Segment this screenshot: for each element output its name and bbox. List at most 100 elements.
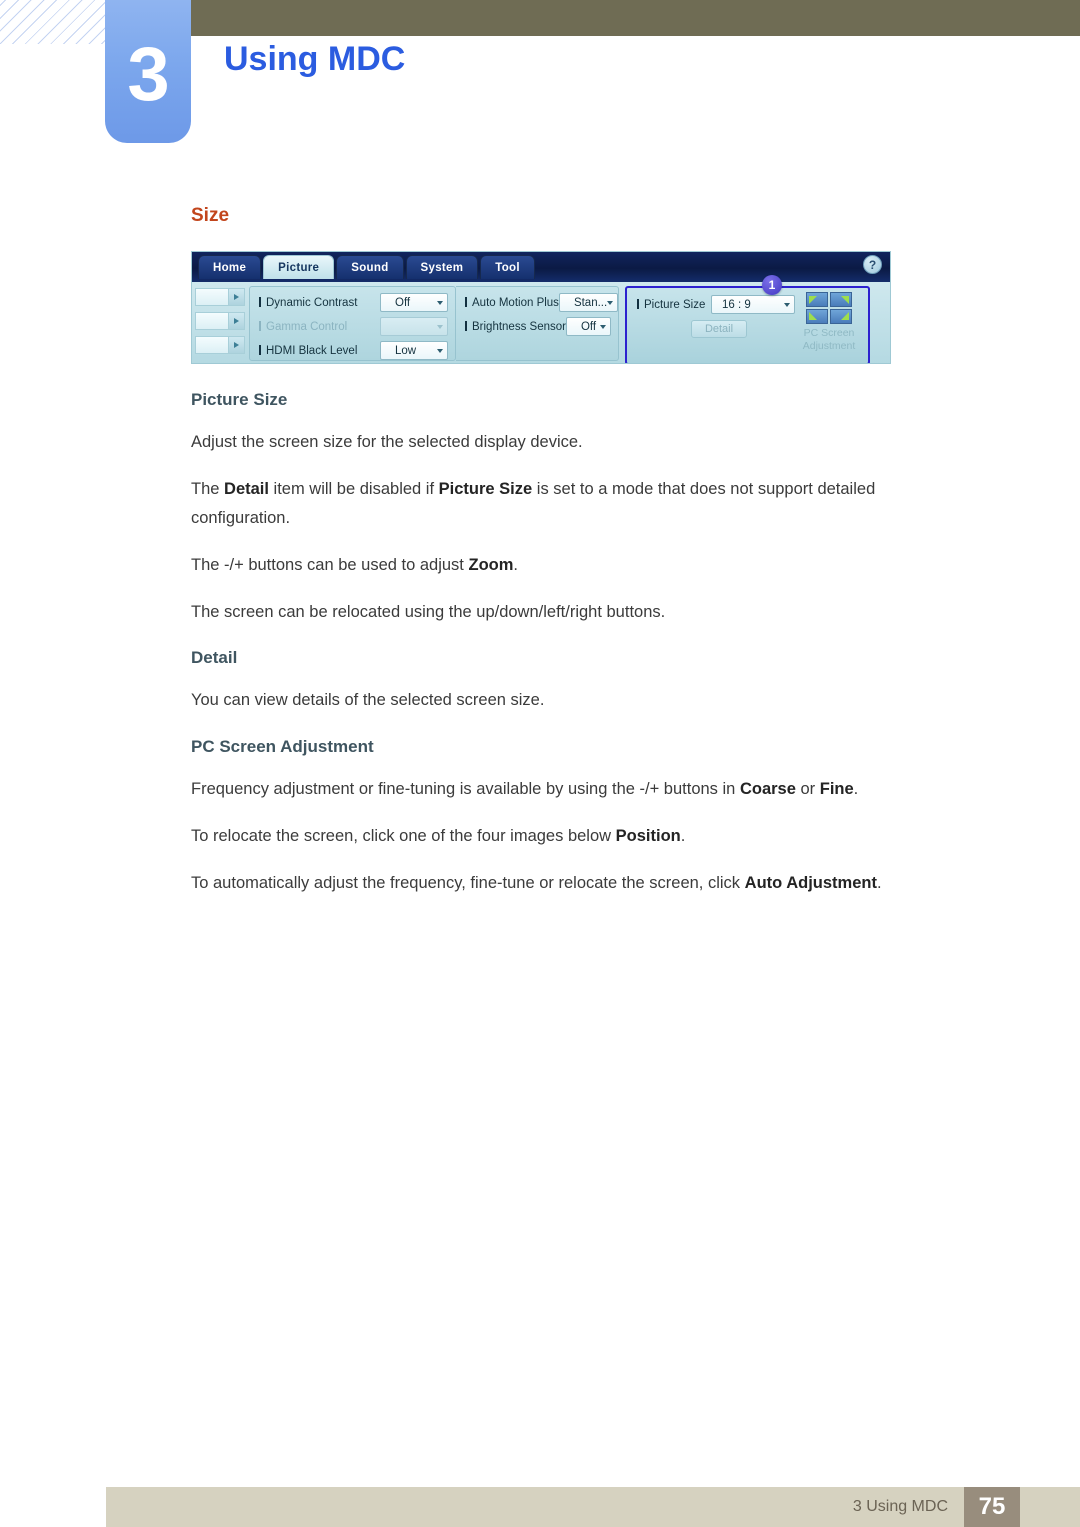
- field-auto-motion-plus: Auto Motion Plus Stan...: [463, 292, 619, 313]
- chevron-down-icon: [600, 324, 606, 329]
- page-content: Size Home Picture Sound System Tool ? Dy…: [191, 205, 951, 916]
- picture-group-left: Dynamic Contrast Off Gamma Control HDMI …: [249, 286, 456, 361]
- manual-page: 3 Using MDC Size Home Picture Sound Syst…: [0, 0, 1080, 1527]
- paragraph-auto-adjustment: To automatically adjust the frequency, f…: [191, 869, 943, 898]
- subheading-detail: Detail: [191, 648, 238, 668]
- chevron-right-icon[interactable]: [228, 337, 244, 353]
- mdc-content-area: Dynamic Contrast Off Gamma Control HDMI …: [192, 275, 890, 363]
- tab-sound[interactable]: Sound: [336, 255, 404, 279]
- page-footer: 3 Using MDC 75: [106, 1487, 1080, 1527]
- pc-screen-adjustment: PC Screen Adjustment: [796, 292, 862, 353]
- header-olive-band: [190, 0, 1080, 36]
- paragraph-zoom-buttons: The -/+ buttons can be used to adjust Zo…: [191, 551, 943, 580]
- tab-tool[interactable]: Tool: [480, 255, 535, 279]
- field-label: Picture Size: [635, 299, 711, 311]
- mdc-application-screenshot: Home Picture Sound System Tool ? Dynamic…: [191, 251, 891, 364]
- device-list-row[interactable]: [195, 336, 245, 354]
- term-fine: Fine: [819, 780, 854, 799]
- term-position: Position: [615, 827, 681, 846]
- paragraph-position-images: To relocate the screen, click one of the…: [191, 822, 943, 851]
- device-list-column: [195, 286, 245, 354]
- field-label: Gamma Control: [257, 321, 380, 333]
- detail-button[interactable]: Detail: [691, 320, 747, 338]
- tab-picture[interactable]: Picture: [263, 255, 335, 279]
- device-list-row[interactable]: [195, 312, 245, 330]
- paragraph-view-details: You can view details of the selected scr…: [191, 691, 545, 710]
- field-label: Brightness Sensor: [463, 321, 566, 333]
- text-fragment: .: [680, 827, 686, 846]
- position-grid-icon[interactable]: [806, 292, 852, 324]
- hdmi-black-level-dropdown[interactable]: Low: [380, 341, 448, 360]
- chapter-number-tab: 3: [105, 0, 191, 143]
- paragraph-relocate-screen: The screen can be relocated using the up…: [191, 602, 666, 621]
- field-label: Auto Motion Plus: [463, 297, 559, 309]
- arrow-top-left-icon[interactable]: [806, 292, 828, 307]
- picture-group-middle: Auto Motion Plus Stan... Brightness Sens…: [456, 286, 619, 361]
- text-fragment: The: [191, 479, 225, 498]
- size-panel-highlighted: 1 Picture Size 16 : 9 Detail PC Screen A…: [625, 275, 870, 363]
- text-fragment: .: [853, 780, 859, 799]
- pc-screen-adjustment-label: PC Screen Adjustment: [796, 327, 862, 353]
- gamma-control-dropdown: [380, 317, 448, 336]
- brightness-sensor-dropdown[interactable]: Off: [565, 317, 611, 336]
- text-fragment: item will be disabled if: [268, 479, 439, 498]
- dropdown-value: Low: [395, 344, 417, 357]
- text-fragment: .: [876, 874, 882, 892]
- chevron-down-icon: [437, 348, 443, 353]
- field-picture-size: Picture Size 16 : 9: [635, 294, 795, 315]
- field-label: Dynamic Contrast: [257, 297, 380, 309]
- auto-motion-plus-dropdown[interactable]: Stan...: [558, 293, 619, 312]
- text-fragment: or: [795, 780, 820, 799]
- field-label: HDMI Black Level: [257, 345, 380, 357]
- pcsa-label-line1: PC Screen: [803, 327, 855, 339]
- text-fragment: To automatically adjust the frequency, f…: [191, 874, 745, 892]
- chevron-down-icon: [437, 300, 443, 305]
- pcsa-label-line2: Adjustment: [802, 340, 856, 353]
- field-hdmi-black-level: HDMI Black Level Low: [257, 340, 448, 361]
- chevron-down-icon: [437, 324, 443, 329]
- text-fragment: .: [513, 555, 518, 574]
- chapter-title: Using MDC: [224, 40, 406, 78]
- text-fragment: Frequency adjustment or fine-tuning is a…: [191, 780, 740, 799]
- footer-chapter-label: 3 Using MDC: [852, 1498, 948, 1515]
- term-detail: Detail: [224, 479, 269, 498]
- dropdown-value: Off: [580, 320, 597, 333]
- dynamic-contrast-dropdown[interactable]: Off: [380, 293, 448, 312]
- tab-home[interactable]: Home: [198, 255, 262, 279]
- text-fragment: The -/+ buttons can be used to adjust: [191, 555, 469, 574]
- term-auto-adjustment: Auto Adjustment: [744, 874, 877, 892]
- paragraph-detail-disabled: The Detail item will be disabled if Pict…: [191, 475, 943, 533]
- mdc-tab-bar: Home Picture Sound System Tool: [198, 255, 535, 279]
- picture-size-controls: Picture Size 16 : 9 Detail: [635, 294, 795, 338]
- paragraph-adjust-screen-size: Adjust the screen size for the selected …: [191, 433, 583, 451]
- term-coarse: Coarse: [739, 780, 796, 799]
- arrow-top-right-icon[interactable]: [830, 292, 852, 307]
- term-zoom: Zoom: [468, 555, 514, 574]
- chevron-down-icon: [607, 300, 614, 305]
- subheading-pc-screen-adjustment: PC Screen Adjustment: [191, 737, 374, 757]
- help-icon[interactable]: ?: [863, 255, 882, 274]
- field-gamma-control: Gamma Control: [257, 316, 448, 337]
- dropdown-value: Stan...: [573, 296, 608, 309]
- dropdown-value: 16 : 9: [722, 298, 751, 311]
- device-list-row[interactable]: [195, 288, 245, 306]
- subheading-picture-size: Picture Size: [191, 390, 288, 409]
- arrow-bottom-left-icon[interactable]: [806, 309, 828, 324]
- chapter-number: 3: [127, 31, 169, 117]
- section-heading-size: Size: [191, 205, 230, 226]
- picture-size-dropdown[interactable]: 16 : 9: [711, 295, 795, 314]
- paragraph-frequency-adjustment: Frequency adjustment or fine-tuning is a…: [191, 775, 943, 804]
- dropdown-value: Off: [395, 296, 411, 309]
- tab-system[interactable]: System: [405, 255, 479, 279]
- picture-settings-groups: Dynamic Contrast Off Gamma Control HDMI …: [245, 286, 619, 361]
- callout-badge-1: 1: [762, 275, 782, 295]
- term-picture-size: Picture Size: [438, 479, 533, 498]
- arrow-bottom-right-icon[interactable]: [830, 309, 852, 324]
- chevron-down-icon: [784, 302, 790, 307]
- chevron-right-icon[interactable]: [228, 313, 244, 329]
- field-brightness-sensor: Brightness Sensor Off: [463, 316, 611, 337]
- decorative-hatch-pattern: [0, 0, 108, 44]
- text-fragment: To relocate the screen, click one of the…: [191, 827, 616, 846]
- field-dynamic-contrast: Dynamic Contrast Off: [257, 292, 448, 313]
- chevron-right-icon[interactable]: [228, 289, 244, 305]
